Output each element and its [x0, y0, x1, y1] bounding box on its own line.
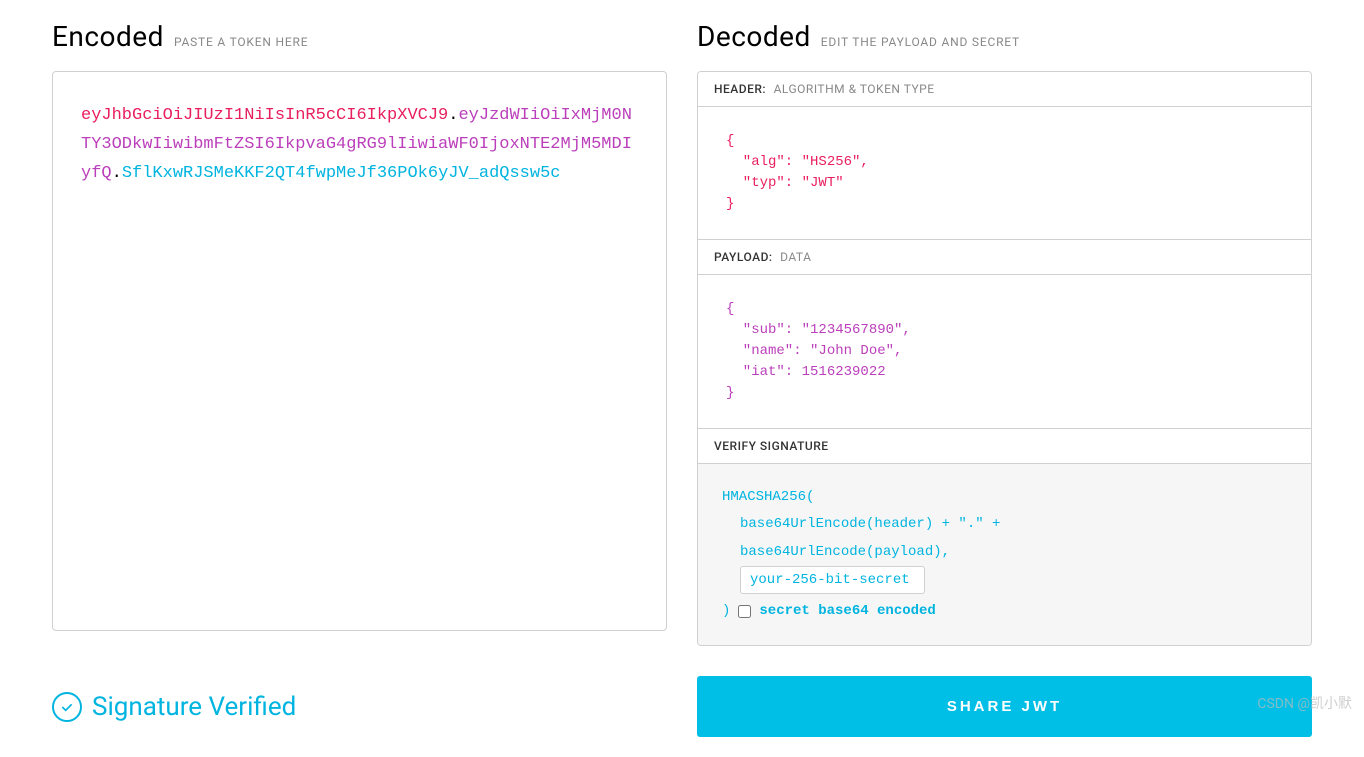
base64-checkbox-label[interactable]: secret base64 encoded: [759, 598, 935, 625]
base64-checkbox[interactable]: [738, 605, 751, 618]
signature-verified-status: Signature Verified: [52, 676, 667, 737]
decoded-box: HEADER: ALGORITHM & TOKEN TYPE { "alg": …: [697, 71, 1312, 646]
secret-input[interactable]: [740, 566, 925, 594]
encoded-column: Encoded PASTE A TOKEN HERE eyJhbGciOiJIU…: [52, 20, 667, 646]
signature-section-label: VERIFY SIGNATURE: [698, 429, 1311, 464]
header-section-label: HEADER: ALGORITHM & TOKEN TYPE: [698, 72, 1311, 107]
payload-label: PAYLOAD:: [714, 250, 773, 264]
signature-verified-text: Signature Verified: [92, 692, 296, 722]
sig-line2: base64UrlEncode(header) + "." +: [740, 511, 1287, 538]
payload-section-label: PAYLOAD: DATA: [698, 240, 1311, 275]
header-json: { "alg": "HS256", "typ": "JWT" }: [726, 131, 1283, 215]
token-signature-part: SflKxwRJSMeKKF2QT4fwpMeJf36POk6yJV_adQss…: [122, 164, 561, 183]
header-sub: ALGORITHM & TOKEN TYPE: [774, 82, 935, 96]
encoded-title: Encoded PASTE A TOKEN HERE: [52, 20, 667, 53]
header-label: HEADER:: [714, 82, 766, 96]
signature-content: HMACSHA256( base64UrlEncode(header) + ".…: [698, 464, 1311, 645]
decoded-title: Decoded EDIT THE PAYLOAD AND SECRET: [697, 20, 1312, 53]
payload-json-content[interactable]: { "sub": "1234567890", "name": "John Doe…: [698, 275, 1311, 429]
watermark: CSDN @凯小默: [1257, 693, 1352, 713]
signature-label: VERIFY SIGNATURE: [714, 439, 829, 453]
sig-line3: base64UrlEncode(payload),: [740, 539, 1287, 566]
encoded-subtitle: PASTE A TOKEN HERE: [174, 35, 308, 49]
decoded-column: Decoded EDIT THE PAYLOAD AND SECRET HEAD…: [697, 20, 1312, 646]
sig-close: ): [722, 598, 730, 625]
encoded-token-box[interactable]: eyJhbGciOiJIUzI1NiIsInR5cCI6IkpXVCJ9.eyJ…: [52, 71, 667, 631]
token-dot: .: [448, 106, 458, 125]
share-jwt-button[interactable]: SHARE JWT: [697, 676, 1312, 737]
header-json-content[interactable]: { "alg": "HS256", "typ": "JWT" }: [698, 107, 1311, 240]
decoded-subtitle: EDIT THE PAYLOAD AND SECRET: [821, 35, 1020, 49]
payload-sub: DATA: [780, 250, 811, 264]
encoded-title-text: Encoded: [52, 20, 164, 53]
decoded-title-text: Decoded: [697, 20, 811, 53]
payload-json: { "sub": "1234567890", "name": "John Doe…: [726, 299, 1283, 404]
check-circle-icon: [52, 692, 82, 722]
token-header-part: eyJhbGciOiJIUzI1NiIsInR5cCI6IkpXVCJ9: [81, 106, 448, 125]
sig-line1: HMACSHA256(: [722, 484, 1287, 511]
token-dot: .: [112, 164, 122, 183]
